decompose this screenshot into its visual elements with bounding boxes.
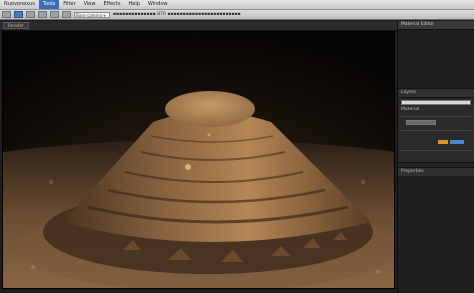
rotate-icon[interactable] [14,11,23,18]
material-name-field[interactable] [401,100,471,105]
app-window: Nuovonexus Tools Filter View Effects Hel… [0,0,474,293]
light-icon[interactable] [62,11,71,18]
properties-content [398,176,474,293]
menu-item-filter[interactable]: Filter [59,0,79,9]
menu-item-tools[interactable]: Tools [38,0,60,9]
menu-item-effects[interactable]: Effects [99,0,124,9]
menu-bar: Nuovonexus Tools Filter View Effects Hel… [0,0,474,10]
property-divider [401,130,471,131]
menu-item-view[interactable]: View [80,0,100,9]
move-icon[interactable] [2,11,11,18]
toolbar: Base camera ▾ ▪▪▪▪▪▪▪▪▪▪▪▪▪▪ BTR ▪▪▪▪▪▪▪… [0,10,474,20]
toolbar-status-text: ▪▪▪▪▪▪▪▪▪▪▪▪▪▪ BTR ▪▪▪▪▪▪▪▪▪▪▪▪▪▪▪▪▪▪▪▪▪… [113,12,241,17]
scale-icon[interactable] [26,11,35,18]
color-swatch-blue[interactable] [450,140,464,144]
property-divider [401,116,471,117]
panel-header: Material Editor [398,21,474,30]
tab-render[interactable]: Render [3,22,30,29]
material-properties: Material [398,97,474,163]
property-slider[interactable] [406,120,436,125]
material-label: Material [401,107,420,112]
menu-item-app[interactable]: Nuovonexus [0,0,39,9]
viewport-tab-strip: Render [0,21,397,31]
properties-label: Properties [401,169,424,174]
camera-select[interactable]: Base camera ▾ [74,11,110,18]
color-swatch-orange[interactable] [438,140,448,144]
panel-preview-area [398,30,474,88]
render-icon[interactable] [38,11,47,18]
menu-item-window[interactable]: Window [144,0,172,9]
property-divider [401,150,471,151]
menu-item-help[interactable]: Help [124,0,143,9]
right-panel: Material Editor Layers Material Properti… [397,21,474,293]
render-viewport[interactable] [2,31,395,289]
camera-icon[interactable] [50,11,59,18]
layers-label: Layers [401,90,416,95]
render-image [3,32,394,288]
